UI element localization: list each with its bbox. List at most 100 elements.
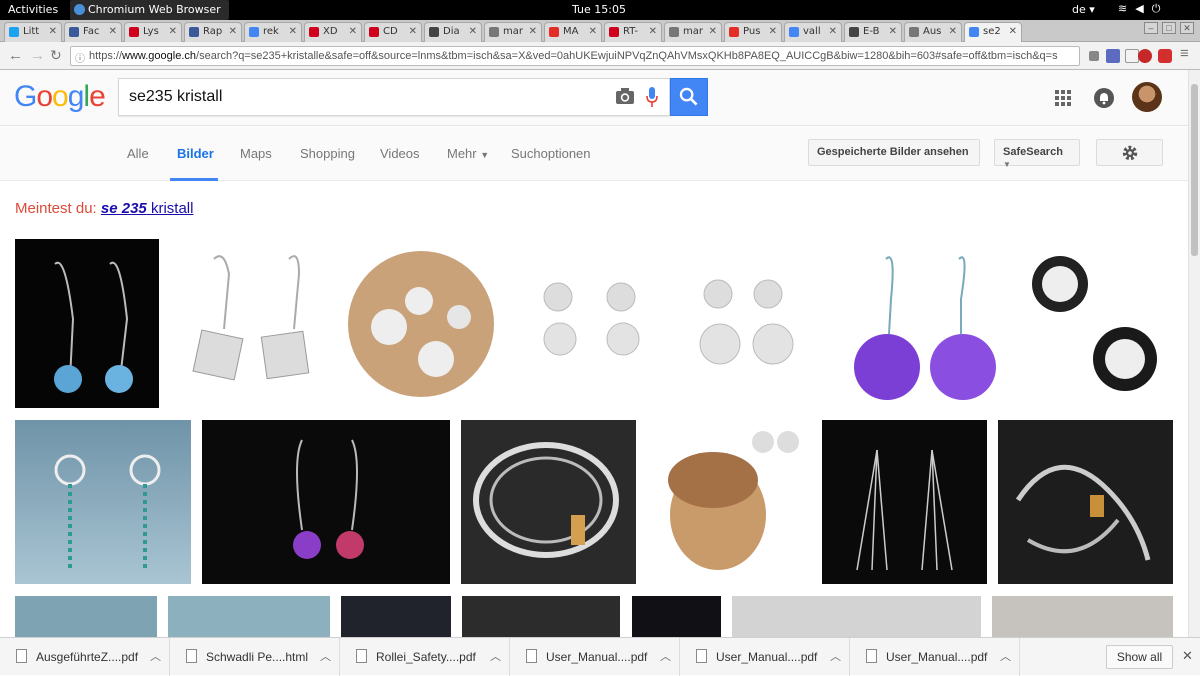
image-result[interactable] <box>15 239 159 408</box>
camera-blocked-icon[interactable] <box>1089 51 1099 61</box>
image-result[interactable] <box>678 239 830 408</box>
image-result[interactable] <box>822 420 987 584</box>
clock[interactable]: Tue 15:05 <box>572 3 626 16</box>
search-button[interactable] <box>670 78 708 116</box>
tab-videos[interactable]: Videos <box>380 146 420 161</box>
tab-suchoptionen[interactable]: Suchoptionen <box>511 146 591 161</box>
apps-grid-icon[interactable] <box>1055 90 1071 106</box>
download-item[interactable]: Rollei_Safety....pdf ︿ <box>340 638 510 676</box>
reload-icon[interactable]: ↻ <box>50 47 62 64</box>
close-tab-icon[interactable]: ✕ <box>949 26 957 37</box>
user-avatar[interactable] <box>1132 82 1162 112</box>
chevron-up-icon[interactable]: ︿ <box>490 648 501 664</box>
image-result[interactable] <box>169 239 329 408</box>
image-result[interactable] <box>15 596 157 637</box>
browser-tab[interactable]: Aus ✕ <box>904 22 962 42</box>
download-item[interactable]: Schwadli Pe....html ︿ <box>170 638 340 676</box>
browser-tab[interactable]: MA ✕ <box>544 22 602 42</box>
image-result[interactable] <box>841 239 1003 408</box>
close-tab-icon[interactable]: ✕ <box>1009 26 1017 37</box>
close-tab-icon[interactable]: ✕ <box>649 26 657 37</box>
settings-button[interactable] <box>1096 139 1163 166</box>
image-result[interactable] <box>998 420 1173 584</box>
chevron-up-icon[interactable]: ︿ <box>320 648 331 664</box>
translate-icon[interactable] <box>1106 49 1120 63</box>
image-result[interactable] <box>462 596 620 637</box>
close-tab-icon[interactable]: ✕ <box>469 26 477 37</box>
close-tab-icon[interactable]: ✕ <box>529 26 537 37</box>
download-item[interactable]: AusgeführteZ....pdf ︿ <box>0 638 170 676</box>
download-item[interactable]: User_Manual....pdf ︿ <box>510 638 680 676</box>
forward-icon[interactable]: → <box>30 47 45 64</box>
search-box[interactable]: se235 kristall <box>118 78 670 116</box>
browser-tab[interactable]: Pus ✕ <box>724 22 782 42</box>
browser-tab[interactable]: rek ✕ <box>244 22 302 42</box>
tab-maps[interactable]: Maps <box>240 146 272 161</box>
image-result[interactable] <box>1015 239 1173 408</box>
browser-tab[interactable]: RT- ✕ <box>604 22 662 42</box>
app-menu[interactable]: Chromium Web Browser <box>70 0 229 20</box>
image-result[interactable] <box>341 596 451 637</box>
extension-w-icon[interactable] <box>1138 49 1152 63</box>
show-all-downloads-button[interactable]: Show all <box>1106 645 1173 669</box>
close-tab-icon[interactable]: ✕ <box>229 26 237 37</box>
close-window-icon[interactable]: ✕ <box>1180 22 1194 34</box>
chevron-up-icon[interactable]: ︿ <box>1000 648 1011 664</box>
browser-tab[interactable]: Fac ✕ <box>64 22 122 42</box>
close-tab-icon[interactable]: ✕ <box>49 26 57 37</box>
image-result[interactable] <box>992 596 1173 637</box>
download-item[interactable]: User_Manual....pdf ︿ <box>850 638 1020 676</box>
image-result[interactable] <box>648 420 811 584</box>
tab-shopping[interactable]: Shopping <box>300 146 355 161</box>
saved-images-button[interactable]: Gespeicherte Bilder ansehen <box>808 139 980 166</box>
browser-tab[interactable]: mar ✕ <box>664 22 722 42</box>
image-result[interactable] <box>202 420 450 584</box>
vertical-scrollbar[interactable] <box>1188 70 1200 637</box>
system-tray[interactable]: ≋◀⏻ <box>1118 2 1168 16</box>
close-tab-icon[interactable]: ✕ <box>289 26 297 37</box>
chevron-up-icon[interactable]: ︿ <box>830 648 841 664</box>
browser-tab[interactable]: Litt ✕ <box>4 22 62 42</box>
bookmark-star-icon[interactable] <box>1125 49 1139 63</box>
close-tab-icon[interactable]: ✕ <box>709 26 717 37</box>
maximize-window-icon[interactable]: □ <box>1162 22 1176 34</box>
image-result[interactable] <box>732 596 981 637</box>
close-tab-icon[interactable]: ✕ <box>829 26 837 37</box>
menu-icon[interactable]: ≡ <box>1180 45 1189 62</box>
address-bar[interactable]: ⓘ https://www.google.ch/search?q=se235+k… <box>70 46 1080 66</box>
download-item[interactable]: User_Manual....pdf ︿ <box>680 638 850 676</box>
chevron-up-icon[interactable]: ︿ <box>660 648 671 664</box>
browser-tab[interactable]: Lys ✕ <box>124 22 182 42</box>
microphone-icon[interactable] <box>646 86 658 108</box>
image-result[interactable] <box>168 596 330 637</box>
minimize-window-icon[interactable]: – <box>1144 22 1158 34</box>
spelling-suggestion-link[interactable]: se 235 kristall <box>101 200 194 217</box>
search-input[interactable]: se235 kristall <box>129 88 222 106</box>
close-tab-icon[interactable]: ✕ <box>889 26 897 37</box>
browser-tab[interactable]: E-B ✕ <box>844 22 902 42</box>
adblock-icon[interactable] <box>1158 49 1172 63</box>
close-tab-icon[interactable]: ✕ <box>409 26 417 37</box>
close-tab-icon[interactable]: ✕ <box>109 26 117 37</box>
tab-mehr[interactable]: Mehr ▼ <box>447 146 489 161</box>
back-icon[interactable]: ← <box>8 47 23 64</box>
tab-bilder[interactable]: Bilder <box>177 146 214 161</box>
google-logo[interactable]: Google <box>14 80 106 114</box>
close-icon[interactable]: ✕ <box>1182 648 1193 664</box>
safesearch-button[interactable]: SafeSearch ▼ <box>994 139 1080 169</box>
scrollbar-thumb[interactable] <box>1191 84 1198 256</box>
notifications-icon[interactable] <box>1094 88 1114 108</box>
close-tab-icon[interactable]: ✕ <box>589 26 597 37</box>
image-result[interactable] <box>632 596 721 637</box>
browser-tab[interactable]: vall ✕ <box>784 22 842 42</box>
browser-tab[interactable]: CD ✕ <box>364 22 422 42</box>
close-tab-icon[interactable]: ✕ <box>349 26 357 37</box>
image-result[interactable] <box>15 420 191 584</box>
browser-tab[interactable]: mar ✕ <box>484 22 542 42</box>
camera-search-icon[interactable] <box>615 87 635 105</box>
tab-alle[interactable]: Alle <box>127 146 149 161</box>
close-tab-icon[interactable]: ✕ <box>769 26 777 37</box>
activities-button[interactable]: Activities <box>8 3 58 16</box>
browser-tab[interactable]: XD ✕ <box>304 22 362 42</box>
browser-tab[interactable]: Dia ✕ <box>424 22 482 42</box>
